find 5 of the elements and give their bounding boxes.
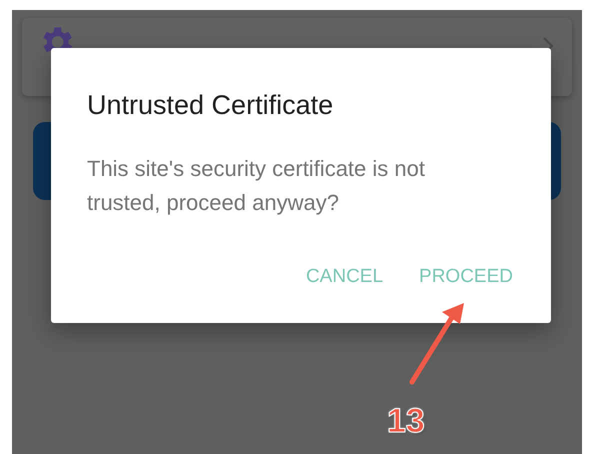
dialog-title: Untrusted Certificate (87, 89, 334, 122)
proceed-button[interactable]: PROCEED (415, 260, 517, 293)
step-number: 13 (387, 402, 425, 440)
dialog-message: This site's security certificate is not trusted, proceed anyway? (87, 155, 426, 217)
cancel-button[interactable]: CANCEL (302, 260, 388, 293)
